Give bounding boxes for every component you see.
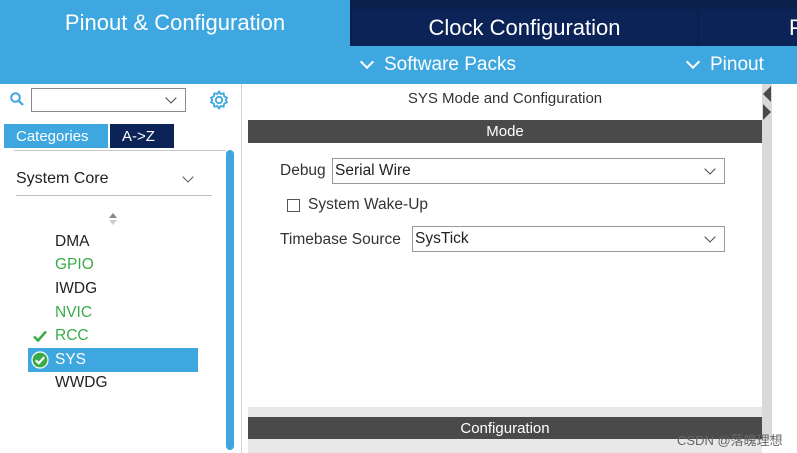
list-item-gpio[interactable]: GPIO [28, 254, 198, 278]
list-item-label: WWDG [55, 374, 108, 392]
sub-toolbar: Software Packs Pinout [0, 46, 797, 84]
chevron-down-icon [359, 54, 375, 70]
chevron-down-icon [704, 163, 716, 175]
sort-icon[interactable] [108, 212, 118, 226]
search-input[interactable] [31, 88, 186, 112]
checkmark-icon [33, 331, 47, 343]
timebase-source-select[interactable]: SysTick [412, 226, 725, 252]
software-packs-menu[interactable]: Software Packs [359, 46, 516, 84]
system-wakeup-label: System Wake-Up [308, 196, 429, 213]
list-item-wwdg[interactable]: WWDG [28, 372, 198, 396]
software-packs-label: Software Packs [384, 54, 516, 75]
list-item-sys[interactable]: SYS [28, 347, 198, 372]
peripheral-list: DMA GPIO IWDG NVIC RCC SYS WWDG [28, 230, 198, 395]
list-item-iwdg[interactable]: IWDG [28, 277, 198, 301]
panel-title: SYS Mode and Configuration [407, 90, 603, 107]
debug-select[interactable]: Serial Wire [332, 158, 725, 184]
category-system-core[interactable]: System Core [16, 170, 108, 188]
gear-icon[interactable] [208, 89, 230, 111]
list-item-label: NVIC [55, 303, 93, 321]
collapse-left-icon[interactable] [763, 86, 771, 102]
expand-right-icon[interactable] [763, 104, 771, 120]
pinout-label: Pinout [710, 54, 764, 75]
tab-pinout-configuration[interactable]: Pinout & Configuration [0, 0, 350, 46]
check-circle-icon [31, 351, 49, 369]
chevron-down-icon [685, 54, 701, 70]
timebase-source-label: Timebase Source [280, 231, 401, 248]
list-item-nvic[interactable]: NVIC [28, 301, 198, 325]
category-tabs: Categories A->Z [4, 124, 174, 148]
pinout-menu[interactable]: Pinout [685, 46, 764, 84]
tab-categories[interactable]: Categories [4, 124, 108, 148]
debug-select-value: Serial Wire [335, 162, 411, 179]
mode-section-header[interactable]: Mode [248, 120, 762, 143]
tab-clock-configuration[interactable]: Clock Configuration [352, 9, 697, 46]
right-panel: SYS Mode and Configuration Mode Debug Se… [248, 84, 762, 453]
chevron-down-icon[interactable] [165, 92, 177, 104]
list-item-rcc[interactable]: RCC [28, 324, 198, 348]
debug-label: Debug [280, 162, 326, 179]
divider [16, 195, 212, 196]
timebase-source-value: SysTick [415, 230, 469, 247]
tab-project-manager[interactable]: P [699, 9, 797, 46]
tab-a-to-z[interactable]: A->Z [110, 124, 174, 148]
system-wakeup-checkbox[interactable] [287, 199, 300, 212]
splitter[interactable] [248, 407, 762, 417]
vertical-scrollbar[interactable] [226, 150, 234, 450]
list-item-label: IWDG [55, 279, 98, 297]
side-collapse-strip [762, 84, 772, 439]
list-item-label: GPIO [55, 256, 94, 274]
chevron-down-icon [704, 231, 716, 243]
left-panel: Categories A->Z System Core DMA GPIO IWD… [0, 84, 242, 453]
list-item-dma[interactable]: DMA [28, 230, 198, 254]
watermark: CSDN @落魄理想 [677, 433, 783, 448]
list-item-label: RCC [55, 327, 89, 345]
list-item-label: DMA [55, 232, 90, 250]
top-tab-bar: Pinout & Configuration Clock Configurati… [0, 0, 797, 46]
list-item-label: SYS [55, 350, 87, 368]
search-icon[interactable] [10, 92, 24, 106]
